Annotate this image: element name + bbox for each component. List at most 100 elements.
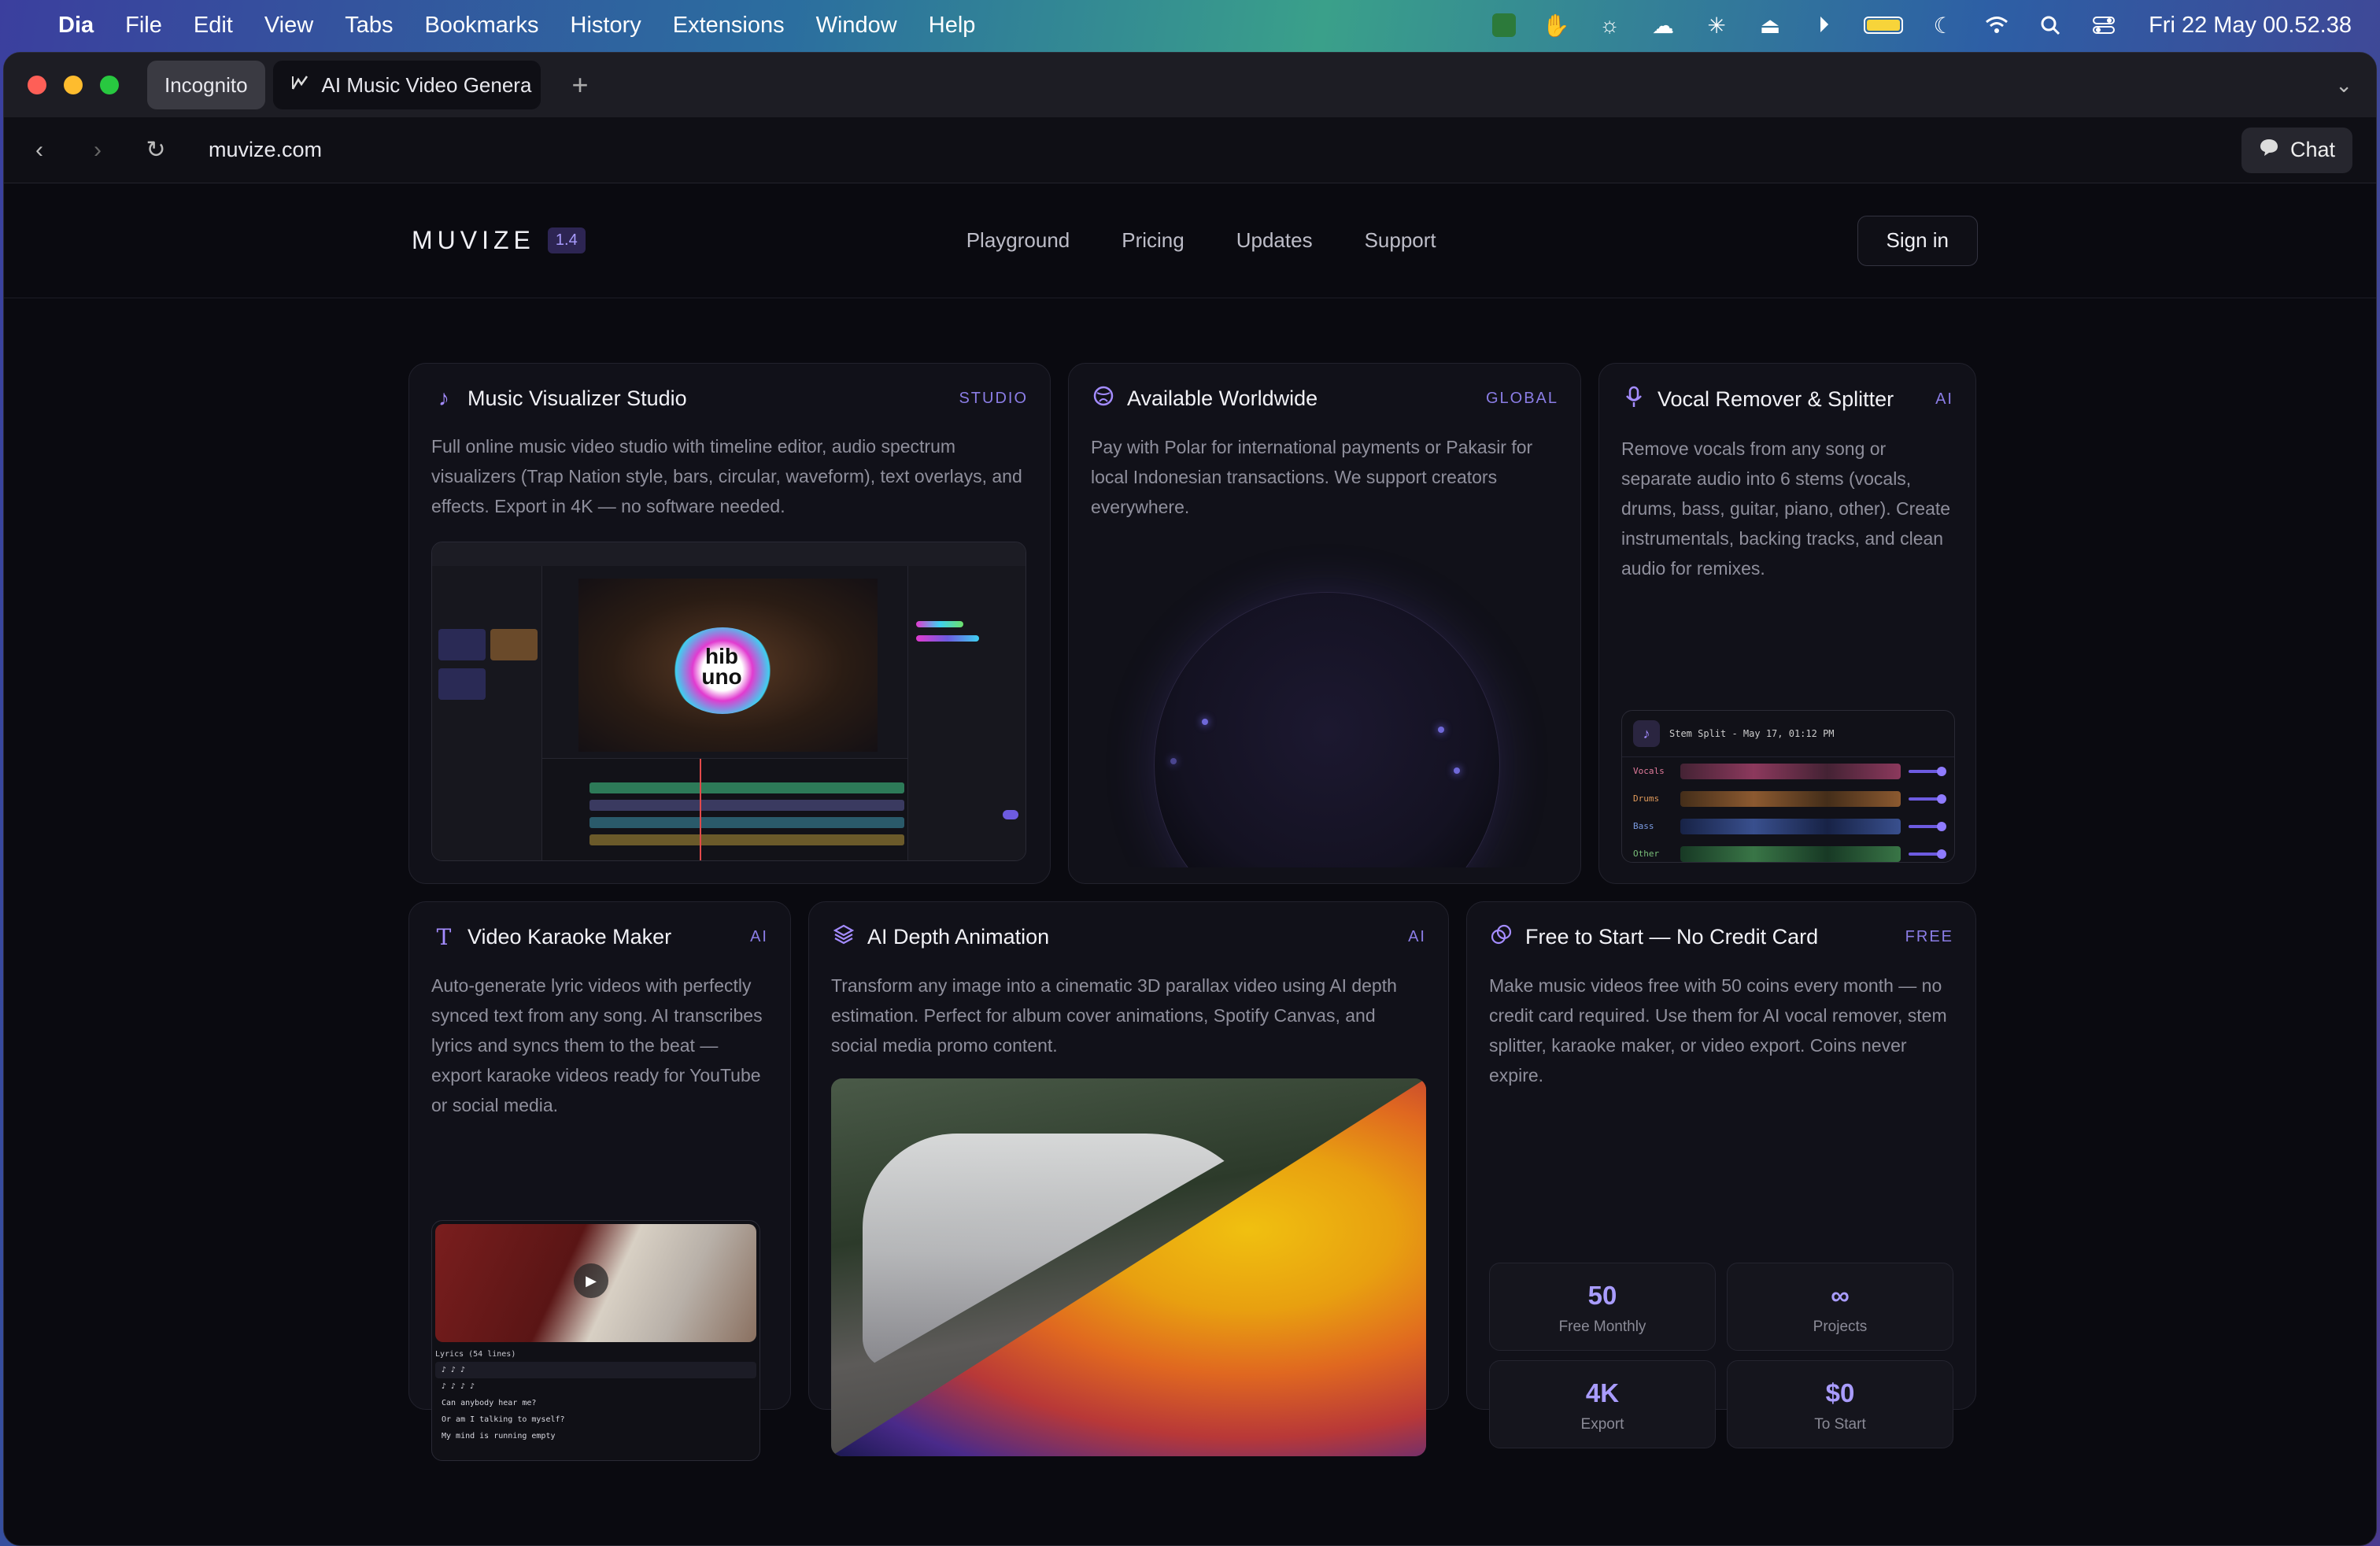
karaoke-preview: ▶ Lyrics (54 lines) ♪ ♪ ♪ ♪ ♪ ♪ ♪ Can an… [431, 1220, 760, 1461]
menu-extensions[interactable]: Extensions [673, 13, 785, 39]
stem-name: Bass [1633, 821, 1654, 831]
stat-value: ∞ [1831, 1281, 1850, 1310]
wifi-icon[interactable] [1983, 13, 2010, 37]
lyric-line[interactable]: My mind is running empty [435, 1428, 756, 1444]
stem-volume-slider[interactable] [1909, 821, 1946, 831]
menubar-clock[interactable]: Fri 22 May 00.52.38 [2149, 13, 2352, 39]
stem-split-title: Stem Split - May 17, 01:12 PM [1669, 728, 1835, 739]
card-title: Music Visualizer Studio [468, 386, 687, 410]
play-icon[interactable]: ▶ [574, 1263, 608, 1298]
stem-row-drums: Drums [1622, 785, 1954, 812]
music-note-icon: ♪ [1633, 720, 1660, 747]
back-button[interactable]: ‹ [28, 137, 51, 164]
new-tab-button[interactable]: + [572, 68, 589, 102]
menu-bookmarks[interactable]: Bookmarks [424, 13, 538, 39]
depth-preview-image [831, 1078, 1426, 1456]
menu-file[interactable]: File [125, 13, 162, 39]
card-description: Make music videos free with 50 coins eve… [1489, 975, 1947, 1086]
tab-incognito[interactable]: Incognito [147, 61, 265, 109]
tab-label: Incognito [164, 72, 248, 97]
stem-volume-slider[interactable] [1909, 766, 1946, 776]
stem-name: Vocals [1633, 766, 1665, 776]
perplexity-icon[interactable]: ✳ [1703, 13, 1730, 38]
app-status-icon[interactable] [1492, 13, 1517, 37]
browser-window: Incognito AI Music Video Genera + ⌄ ‹ › … [3, 52, 2377, 1546]
forward-button[interactable]: › [86, 137, 109, 164]
stem-waveform [1680, 818, 1901, 834]
stat-label: To Start [1814, 1416, 1866, 1433]
cloud-icon[interactable]: ☁ [1650, 13, 1676, 38]
stem-volume-slider[interactable] [1909, 793, 1946, 804]
menu-window[interactable]: Window [816, 13, 897, 39]
address-bar[interactable]: muvize.com [209, 138, 322, 162]
menu-help[interactable]: Help [929, 13, 976, 39]
card-vocal-remover: Vocal Remover & Splitter AI Remove vocal… [1598, 363, 1976, 884]
fingers-icon[interactable]: ✋ [1543, 13, 1570, 38]
tab-active[interactable]: AI Music Video Genera [272, 61, 541, 109]
stem-split-preview: ♪ Stem Split - May 17, 01:12 PM Vocals D… [1621, 710, 1955, 863]
version-badge: 1.4 [547, 227, 586, 253]
brightness-icon[interactable]: ☼ [1596, 13, 1623, 37]
stat-free-monthly: 50 Free Monthly [1489, 1263, 1716, 1351]
menu-tabs[interactable]: Tabs [345, 13, 393, 39]
battery-fill [1867, 20, 1901, 31]
card-tag: AI [1935, 390, 1953, 408]
lyric-line[interactable]: ♪ ♪ ♪ ♪ [435, 1378, 756, 1395]
site-logo[interactable]: MUVIZE [412, 226, 535, 255]
studio-top-bar [432, 542, 1026, 566]
menu-edit[interactable]: Edit [194, 13, 233, 39]
menu-history[interactable]: History [571, 13, 641, 39]
close-window-button[interactable] [28, 76, 46, 94]
tab-list-chevron-icon[interactable]: ⌄ [2335, 73, 2352, 98]
tab-bar: Incognito AI Music Video Genera + ⌄ [4, 53, 2376, 117]
battery-icon[interactable] [1864, 17, 1904, 34]
search-icon[interactable] [2037, 13, 2064, 37]
nav-support[interactable]: Support [1365, 228, 1436, 253]
lyrics-header: Lyrics (54 lines) [435, 1350, 516, 1359]
text-icon: T [436, 924, 452, 950]
stat-label: Projects [1813, 1319, 1868, 1335]
moon-icon[interactable]: ☾ [1930, 13, 1957, 38]
stem-waveform [1680, 790, 1901, 807]
site-header: MUVIZE 1.4 Playground Pricing Updates Su… [4, 183, 2376, 298]
stem-split-header: ♪ Stem Split - May 17, 01:12 PM [1622, 711, 1954, 757]
menu-view[interactable]: View [264, 13, 313, 39]
stem-volume-slider[interactable] [1909, 849, 1946, 859]
stem-name: Other [1633, 849, 1660, 859]
nav-playground[interactable]: Playground [966, 228, 1070, 253]
stat-label: Export [1580, 1416, 1624, 1433]
card-description: Transform any image into a cinematic 3D … [831, 975, 1397, 1056]
minimize-window-button[interactable] [64, 76, 83, 94]
chat-bubble-icon [2259, 138, 2279, 162]
stat-to-start: $0 To Start [1727, 1360, 1953, 1448]
card-tag: STUDIO [959, 389, 1028, 407]
nav-updates[interactable]: Updates [1236, 228, 1313, 253]
play-circle-icon[interactable]: ⏵ [1810, 13, 1837, 37]
tab-label: AI Music Video Genera [321, 72, 532, 97]
site-favicon-icon [290, 73, 309, 98]
card-free-to-start: Free to Start — No Credit Card FREE Make… [1466, 901, 1976, 1448]
globe-graphic [1091, 537, 1560, 867]
eject-icon[interactable]: ⏏ [1757, 13, 1783, 38]
control-center-icon[interactable] [2090, 13, 2117, 37]
card-tag: AI [750, 928, 768, 945]
lyric-line[interactable]: Can anybody hear me? [435, 1395, 756, 1411]
menu-app[interactable]: Dia [58, 13, 94, 39]
card-tag: GLOBAL [1485, 390, 1558, 407]
microphone-icon [1621, 386, 1646, 413]
card-available-worldwide: Available Worldwide GLOBAL Pay with Pola… [1068, 363, 1581, 884]
zoom-window-button[interactable] [100, 76, 119, 94]
card-tag: FREE [1905, 928, 1953, 945]
card-title: Free to Start — No Credit Card [1525, 925, 1819, 949]
sign-in-button[interactable]: Sign in [1857, 215, 1978, 266]
browser-toolbar: ‹ › ↻ muvize.com Chat [4, 117, 2376, 183]
music-note-icon: ♪ [438, 386, 449, 410]
chat-button[interactable]: Chat [2241, 127, 2352, 173]
stem-row-other: Other [1622, 840, 1954, 862]
stem-row-bass: Bass [1622, 812, 1954, 840]
nav-pricing[interactable]: Pricing [1122, 228, 1184, 253]
macos-menubar: Dia File Edit View Tabs Bookmarks Histor… [0, 0, 2380, 50]
reload-button[interactable]: ↻ [144, 136, 168, 164]
lyric-line[interactable]: Or am I talking to myself? [435, 1411, 756, 1428]
lyric-line[interactable]: ♪ ♪ ♪ [435, 1362, 756, 1378]
